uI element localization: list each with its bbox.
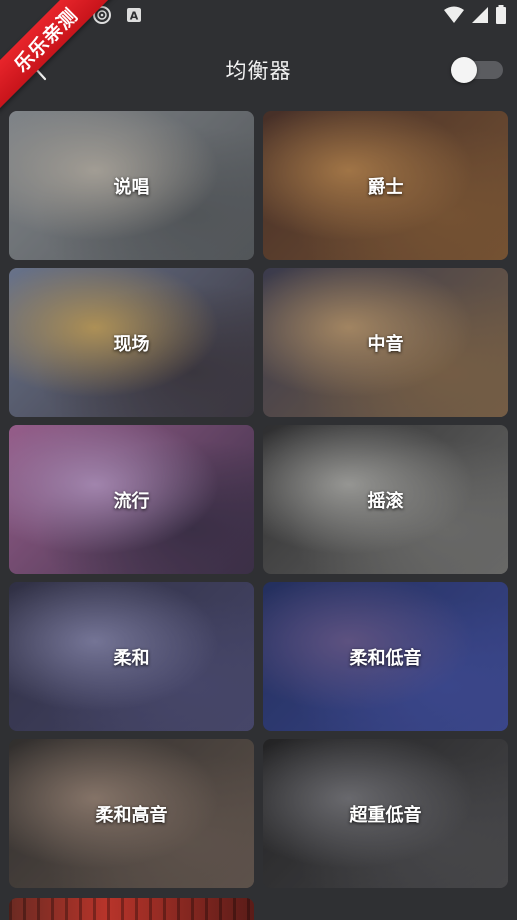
- preset-label: 柔和低音: [349, 647, 422, 669]
- page-title: 均衡器: [225, 59, 292, 83]
- preset-card[interactable]: 柔和: [9, 582, 254, 731]
- preset-label: 中音: [367, 333, 404, 355]
- preset-label: 柔和高音: [95, 804, 168, 826]
- preset-card[interactable]: 中音: [263, 268, 508, 417]
- battery-icon: [495, 5, 507, 29]
- toggle-knob: [451, 57, 477, 83]
- app-header: 均衡器: [0, 44, 517, 96]
- preset-card-partial[interactable]: [9, 898, 254, 920]
- preset-card[interactable]: 现场: [9, 268, 254, 417]
- preset-label: 摇滚: [367, 490, 404, 512]
- preset-card[interactable]: 流行: [9, 425, 254, 574]
- preset-label: 超重低音: [349, 804, 422, 826]
- preset-card[interactable]: 爵士: [263, 111, 508, 260]
- status-icons-left: A: [92, 5, 142, 29]
- preset-card[interactable]: 柔和高音: [9, 739, 254, 888]
- preset-grid: 说唱 爵士现场 中音流行 摇滚柔和 柔和低音柔和高音 超重低音: [9, 111, 508, 888]
- status-icons-right: [443, 5, 507, 29]
- preset-label: 爵士: [367, 176, 404, 198]
- preset-card[interactable]: 超重低音: [263, 739, 508, 888]
- preset-label: 柔和: [113, 647, 150, 669]
- preset-label: 说唱: [113, 176, 150, 198]
- wifi-icon: [443, 6, 465, 28]
- preset-label: 流行: [113, 490, 150, 512]
- svg-text:A: A: [130, 10, 139, 23]
- preset-card[interactable]: 摇滚: [263, 425, 508, 574]
- cell-signal-icon: [471, 6, 489, 28]
- equalizer-toggle[interactable]: [451, 57, 503, 83]
- preset-label: 现场: [113, 333, 150, 355]
- preset-card[interactable]: 柔和低音: [263, 582, 508, 731]
- preset-card[interactable]: 说唱: [9, 111, 254, 260]
- text-a-icon: A: [126, 7, 142, 27]
